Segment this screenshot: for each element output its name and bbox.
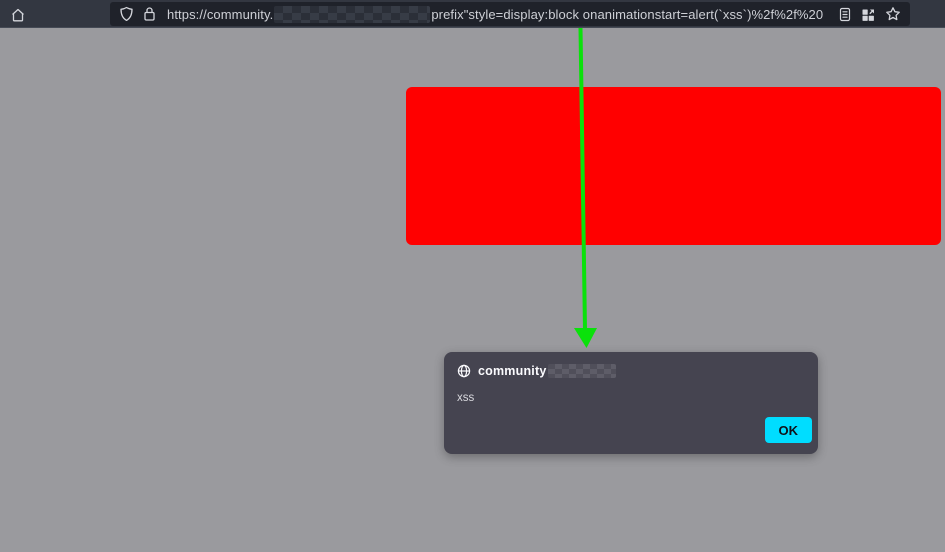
tracking-protection-shield-icon[interactable]: [119, 6, 134, 22]
url-text[interactable]: https://community. prefix"style=display:b…: [167, 5, 838, 23]
urlbar-action-icons: [838, 6, 901, 22]
alert-dialog: community xss OK: [444, 352, 818, 454]
globe-icon: [457, 364, 471, 378]
alert-dialog-title: community: [478, 364, 547, 378]
url-suffix: prefix"style=display:block onanimationst…: [431, 6, 824, 22]
bookmark-star-icon[interactable]: [885, 6, 901, 22]
lock-icon[interactable]: [143, 6, 156, 22]
reader-view-icon[interactable]: [838, 7, 852, 22]
grid-icon[interactable]: [861, 7, 876, 22]
alert-message: xss: [457, 392, 475, 404]
url-bar[interactable]: https://community. prefix"style=display:b…: [110, 2, 910, 26]
url-prefix: https://community.: [167, 6, 274, 22]
browser-toolbar: https://community. prefix"style=display:b…: [0, 0, 945, 28]
alert-dialog-header: community: [457, 364, 806, 378]
redacted-domain-segment: [548, 364, 617, 378]
redacted-url-segment: [274, 5, 431, 23]
injected-red-block: [406, 87, 941, 245]
home-icon[interactable]: [9, 6, 27, 23]
ok-button[interactable]: OK: [764, 417, 812, 443]
browser-window: { "toolbar": { "url": { "prefix": "https…: [0, 0, 945, 552]
